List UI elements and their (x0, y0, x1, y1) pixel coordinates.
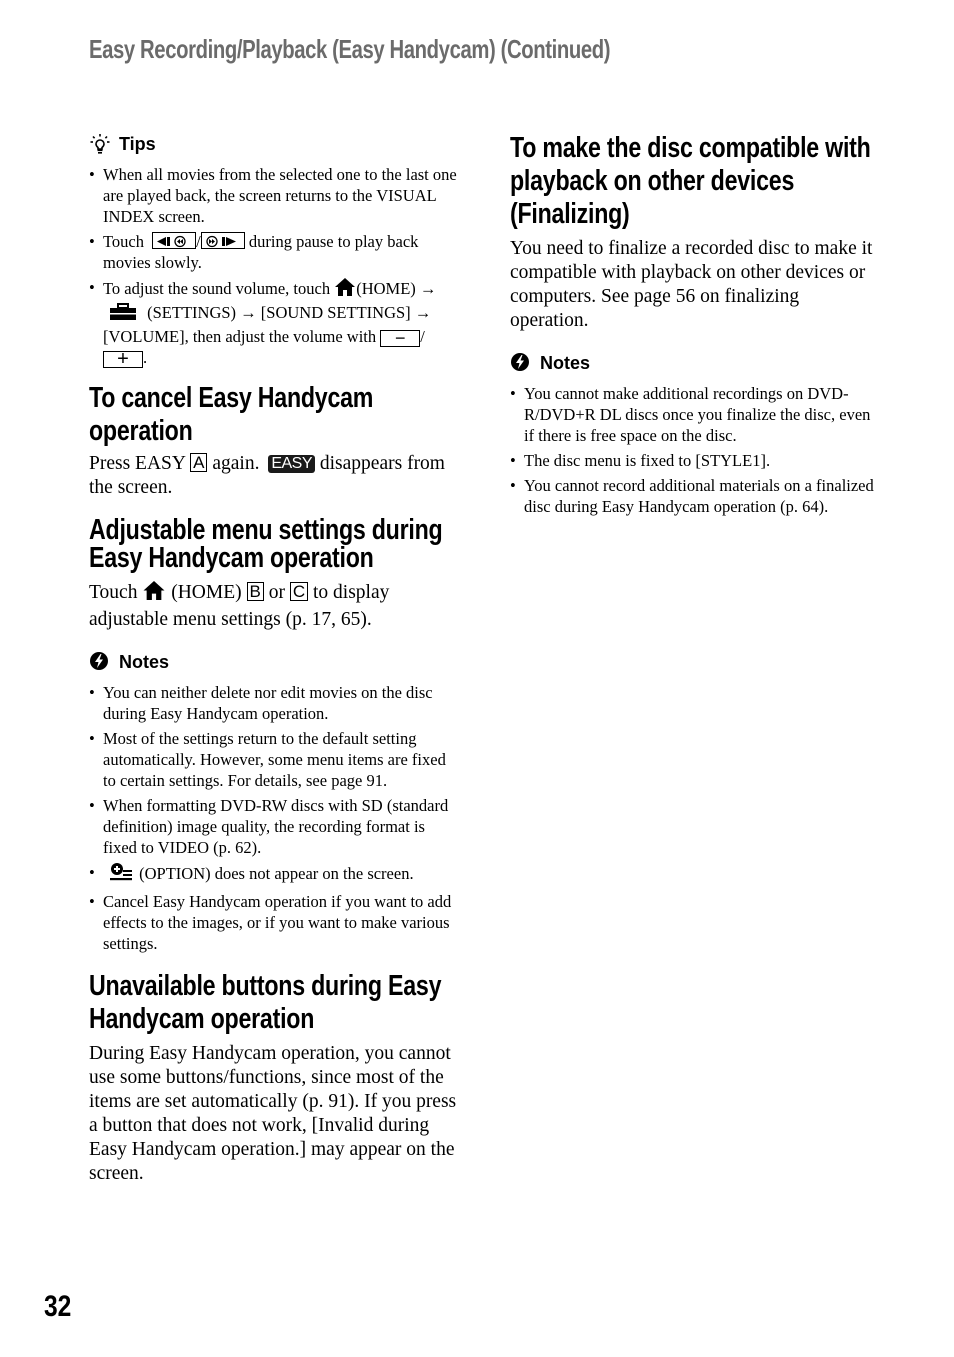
note-item: You cannot make additional recordings on… (510, 383, 882, 446)
note-item: When formatting DVD-RW discs with SD (st… (89, 795, 461, 858)
left-column: Tips When all movies from the selected o… (89, 132, 461, 1186)
notes-label: Notes (540, 352, 591, 373)
arrow: → (414, 303, 432, 322)
note-text: (OPTION) does not appear on the screen. (139, 864, 414, 883)
tip-item: To adjust the sound volume, touch (HOME)… (89, 277, 461, 369)
notes-heading: Notes (510, 351, 882, 375)
tip-text: To adjust the sound volume, touch (103, 279, 331, 298)
note-item: Most of the settings return to the defau… (89, 728, 461, 791)
tip-text: [SOUND SETTINGS] (260, 303, 411, 322)
key-c-label: C (289, 582, 309, 601)
home-icon (142, 580, 166, 608)
home-label: (HOME) (171, 582, 242, 603)
note-item: Cancel Easy Handycam operation if you wa… (89, 891, 461, 954)
unavailable-section-title: Unavailable buttons during Easy Handycam… (89, 970, 442, 1035)
notes-heading: Notes (89, 650, 461, 674)
cancel-section-title: To cancel Easy Handycam operation (89, 382, 374, 447)
separator: / (420, 327, 425, 346)
key-b-label: B (246, 582, 264, 601)
body-text: Touch (89, 582, 138, 603)
tips-list: When all movies from the selected one to… (89, 164, 461, 369)
arrow: → (419, 279, 437, 298)
home-label: (HOME) (356, 279, 416, 298)
finalize-section-body: You need to finalize a recorded disc to … (510, 238, 873, 331)
period: . (143, 348, 148, 367)
volume-minus-button: − (380, 329, 421, 347)
unavailable-section-body: During Easy Handycam operation, you cann… (89, 1043, 457, 1184)
notes-label: Notes (119, 651, 170, 672)
easy-badge: EASY (268, 455, 316, 473)
note-text: When formatting DVD-RW discs with SD (st… (103, 796, 449, 857)
slow-reverse-button (152, 232, 197, 249)
notes-list: You cannot make additional recordings on… (510, 383, 882, 517)
body-text: Press EASY (89, 453, 186, 474)
tip-text: Touch (103, 232, 145, 251)
note-text: The disc menu is fixed to [STYLE1]. (524, 451, 771, 470)
page-number: 32 (44, 1290, 72, 1323)
tip-text: during pause to play back movies slowly. (103, 232, 419, 272)
page-header: Easy Recording/Playback (Easy Handycam) … (89, 34, 611, 64)
note-item: You cannot record additional materials o… (510, 475, 882, 517)
slow-forward-button (200, 232, 245, 249)
settings-toolbox-icon (109, 303, 137, 326)
note-item: (OPTION) does not appear on the screen. (89, 862, 461, 887)
tip-item: When all movies from the selected one to… (89, 164, 461, 227)
note-text: You cannot make additional recordings on… (524, 384, 871, 445)
tip-text: [VOLUME], then adjust the volume with (103, 327, 377, 346)
cancel-section-body: Press EASY A again. EASY disappears from… (89, 452, 461, 500)
settings-label: (SETTINGS) (147, 303, 237, 322)
notes-icon (89, 651, 111, 673)
tip-text: When all movies from the selected one to… (103, 165, 457, 226)
tips-heading: Tips (89, 132, 461, 156)
tip-item: Touch / during pause to play back movies… (89, 231, 461, 273)
body-text: or (268, 582, 285, 603)
lightbulb-icon (89, 133, 111, 155)
adjustable-section-body: Touch (HOME) B or C to display adjustabl… (89, 580, 461, 632)
finalize-section-title: To make the disc compatible with playbac… (510, 132, 871, 230)
notes-icon (510, 352, 532, 374)
adjustable-section-title: Adjustable menu settings during Easy Han… (89, 514, 443, 574)
note-text: You cannot record additional materials o… (524, 476, 874, 516)
right-column: To make the disc compatible with playbac… (510, 132, 882, 521)
body-text: again. (212, 453, 260, 474)
key-a-label: A (190, 453, 208, 472)
arrow: → (240, 303, 257, 322)
tips-label: Tips (119, 133, 156, 154)
volume-plus-button: + (103, 349, 143, 369)
note-text: You can neither delete nor edit movies o… (103, 683, 433, 723)
note-text: Most of the settings return to the defau… (103, 729, 446, 790)
note-item: The disc menu is fixed to [STYLE1]. (510, 450, 882, 471)
notes-list: You can neither delete nor edit movies o… (89, 682, 461, 954)
home-icon (334, 277, 356, 302)
option-icon (109, 862, 133, 887)
note-item: You can neither delete nor edit movies o… (89, 682, 461, 724)
note-text: Cancel Easy Handycam operation if you wa… (103, 892, 452, 953)
